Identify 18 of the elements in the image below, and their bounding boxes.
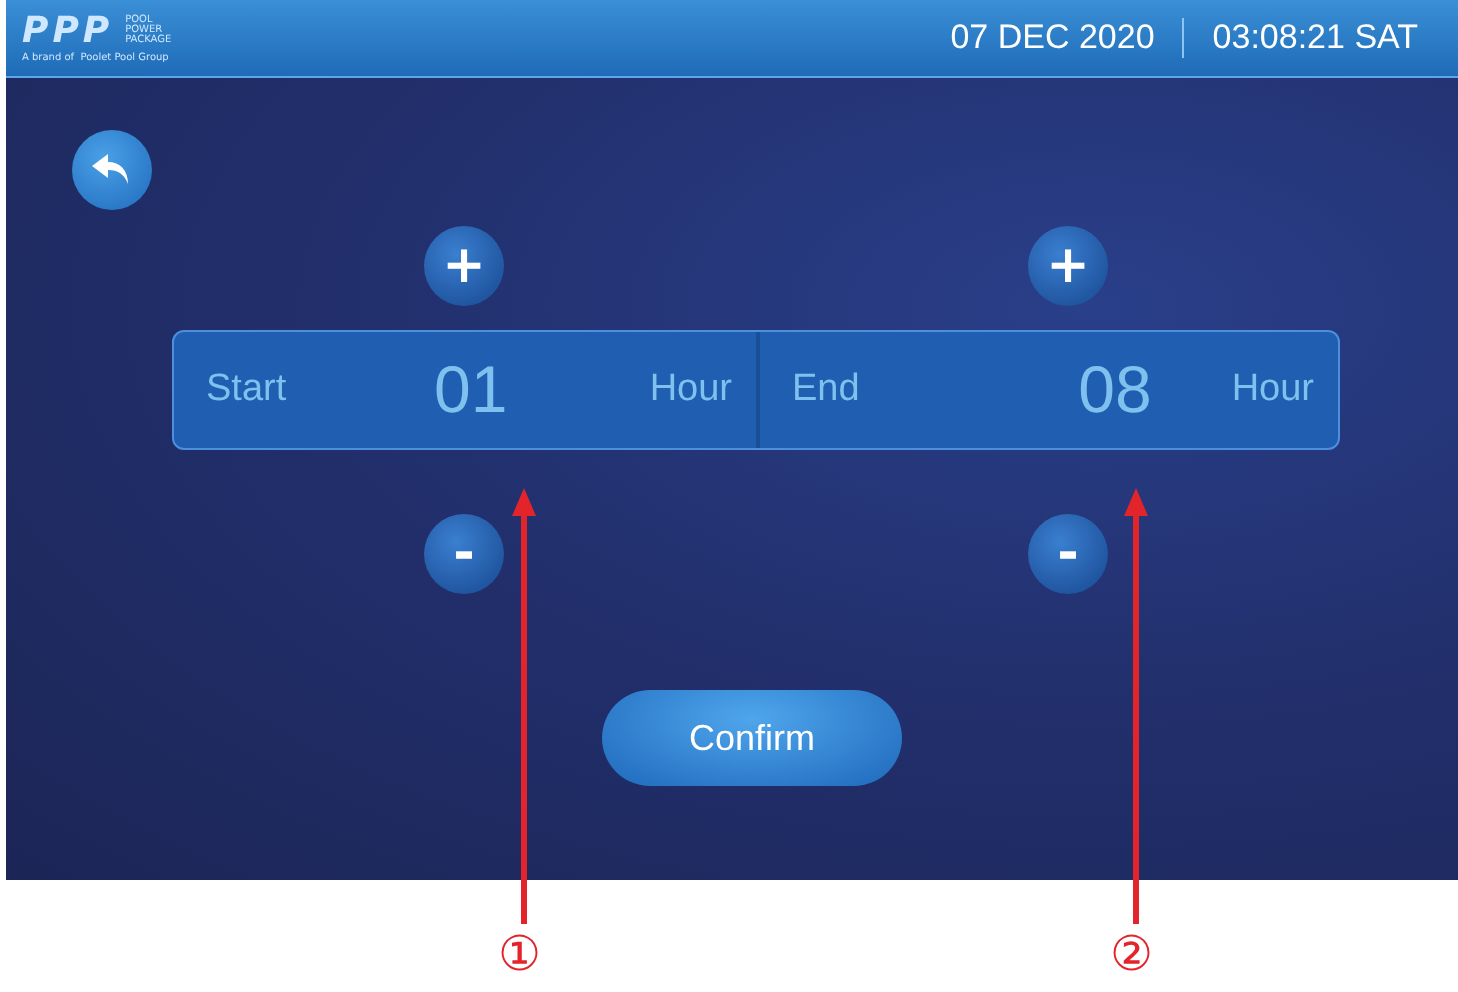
time-label: End xyxy=(792,368,862,412)
date-text: 07 DEC 2020 xyxy=(950,18,1155,58)
logo-mark: PPP xyxy=(22,13,114,49)
back-button[interactable] xyxy=(72,130,152,210)
minus-button[interactable]: - xyxy=(424,514,504,594)
hour-value: 08 xyxy=(1078,352,1154,428)
hour-value: 01 xyxy=(432,352,508,428)
time-text: 03:08:21 SAT xyxy=(1212,18,1418,58)
back-arrow-icon xyxy=(92,154,132,186)
plus-button[interactable]: + xyxy=(424,226,504,306)
callout-number: ① xyxy=(498,926,542,982)
unit-label: Hour xyxy=(649,368,732,412)
confirm-button[interactable]: Confirm xyxy=(602,690,902,786)
minus-button[interactable]: - xyxy=(1028,514,1108,594)
unit-label: Hour xyxy=(1231,368,1314,412)
callout-number: ② xyxy=(1110,926,1154,982)
plus-button[interactable]: + xyxy=(1028,226,1108,306)
time-label: Start xyxy=(206,368,289,412)
